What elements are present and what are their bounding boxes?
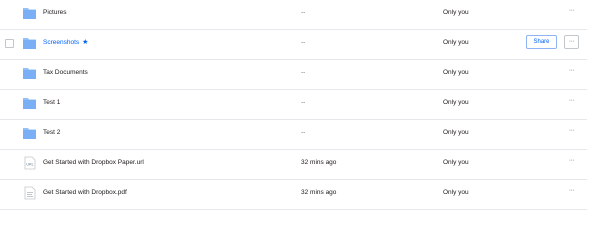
modified-value: -- <box>301 69 306 76</box>
more-options-button[interactable]: ··· <box>564 185 579 199</box>
modified-value: 32 mins ago <box>301 159 337 166</box>
file-name[interactable]: Test 1 <box>43 98 60 108</box>
file-name[interactable]: Screenshots ★ <box>43 38 88 48</box>
file-name[interactable]: Pictures <box>43 8 66 18</box>
file-name[interactable]: Get Started with Dropbox Paper.url <box>43 158 144 168</box>
more-options-button[interactable]: ··· <box>564 65 579 79</box>
folder-icon <box>23 6 36 20</box>
file-row-screenshots[interactable]: Screenshots ★ -- Only you Share ··· <box>0 30 587 60</box>
file-row-dropbox-pdf[interactable]: Get Started with Dropbox.pdf 32 mins ago… <box>0 180 587 210</box>
more-options-button[interactable]: ··· <box>564 155 579 169</box>
members-value: Only you <box>443 189 469 196</box>
url-icon-label: URL <box>26 163 33 167</box>
file-row-test-2[interactable]: Test 2 -- Only you ··· <box>0 120 587 150</box>
share-button[interactable]: Share <box>526 35 557 49</box>
more-options-button[interactable]: ··· <box>564 125 579 139</box>
row-checkbox[interactable] <box>5 39 14 48</box>
folder-icon <box>23 36 36 50</box>
more-options-button[interactable]: ··· <box>564 35 579 49</box>
file-name[interactable]: Get Started with Dropbox.pdf <box>43 188 127 198</box>
file-name[interactable]: Tax Documents <box>43 68 88 78</box>
folder-icon <box>23 126 36 140</box>
pdf-file-icon <box>23 186 36 200</box>
file-row-tax-documents[interactable]: Tax Documents -- Only you ··· <box>0 60 587 90</box>
url-file-icon: URL <box>23 156 36 170</box>
modified-value: -- <box>301 39 306 46</box>
more-options-button[interactable]: ··· <box>564 5 579 19</box>
file-row-test-1[interactable]: Test 1 -- Only you ··· <box>0 90 587 120</box>
more-options-button[interactable]: ··· <box>564 95 579 109</box>
file-name[interactable]: Test 2 <box>43 128 60 138</box>
members-value: Only you <box>443 9 469 16</box>
star-icon[interactable]: ★ <box>82 38 88 48</box>
members-value: Only you <box>443 39 469 46</box>
members-value: Only you <box>443 159 469 166</box>
modified-value: -- <box>301 9 306 16</box>
file-list: Pictures -- Only you ··· Screenshots ★ --… <box>0 0 600 213</box>
folder-icon <box>23 66 36 80</box>
members-value: Only you <box>443 69 469 76</box>
modified-value: -- <box>301 129 306 136</box>
modified-value: -- <box>301 99 306 106</box>
file-name-text[interactable]: Screenshots <box>43 39 79 46</box>
modified-value: 32 mins ago <box>301 189 337 196</box>
file-row-pictures[interactable]: Pictures -- Only you ··· <box>0 0 587 30</box>
folder-icon <box>23 96 36 110</box>
members-value: Only you <box>443 99 469 106</box>
members-value: Only you <box>443 129 469 136</box>
file-row-dropbox-paper-url[interactable]: URL Get Started with Dropbox Paper.url 3… <box>0 150 587 180</box>
